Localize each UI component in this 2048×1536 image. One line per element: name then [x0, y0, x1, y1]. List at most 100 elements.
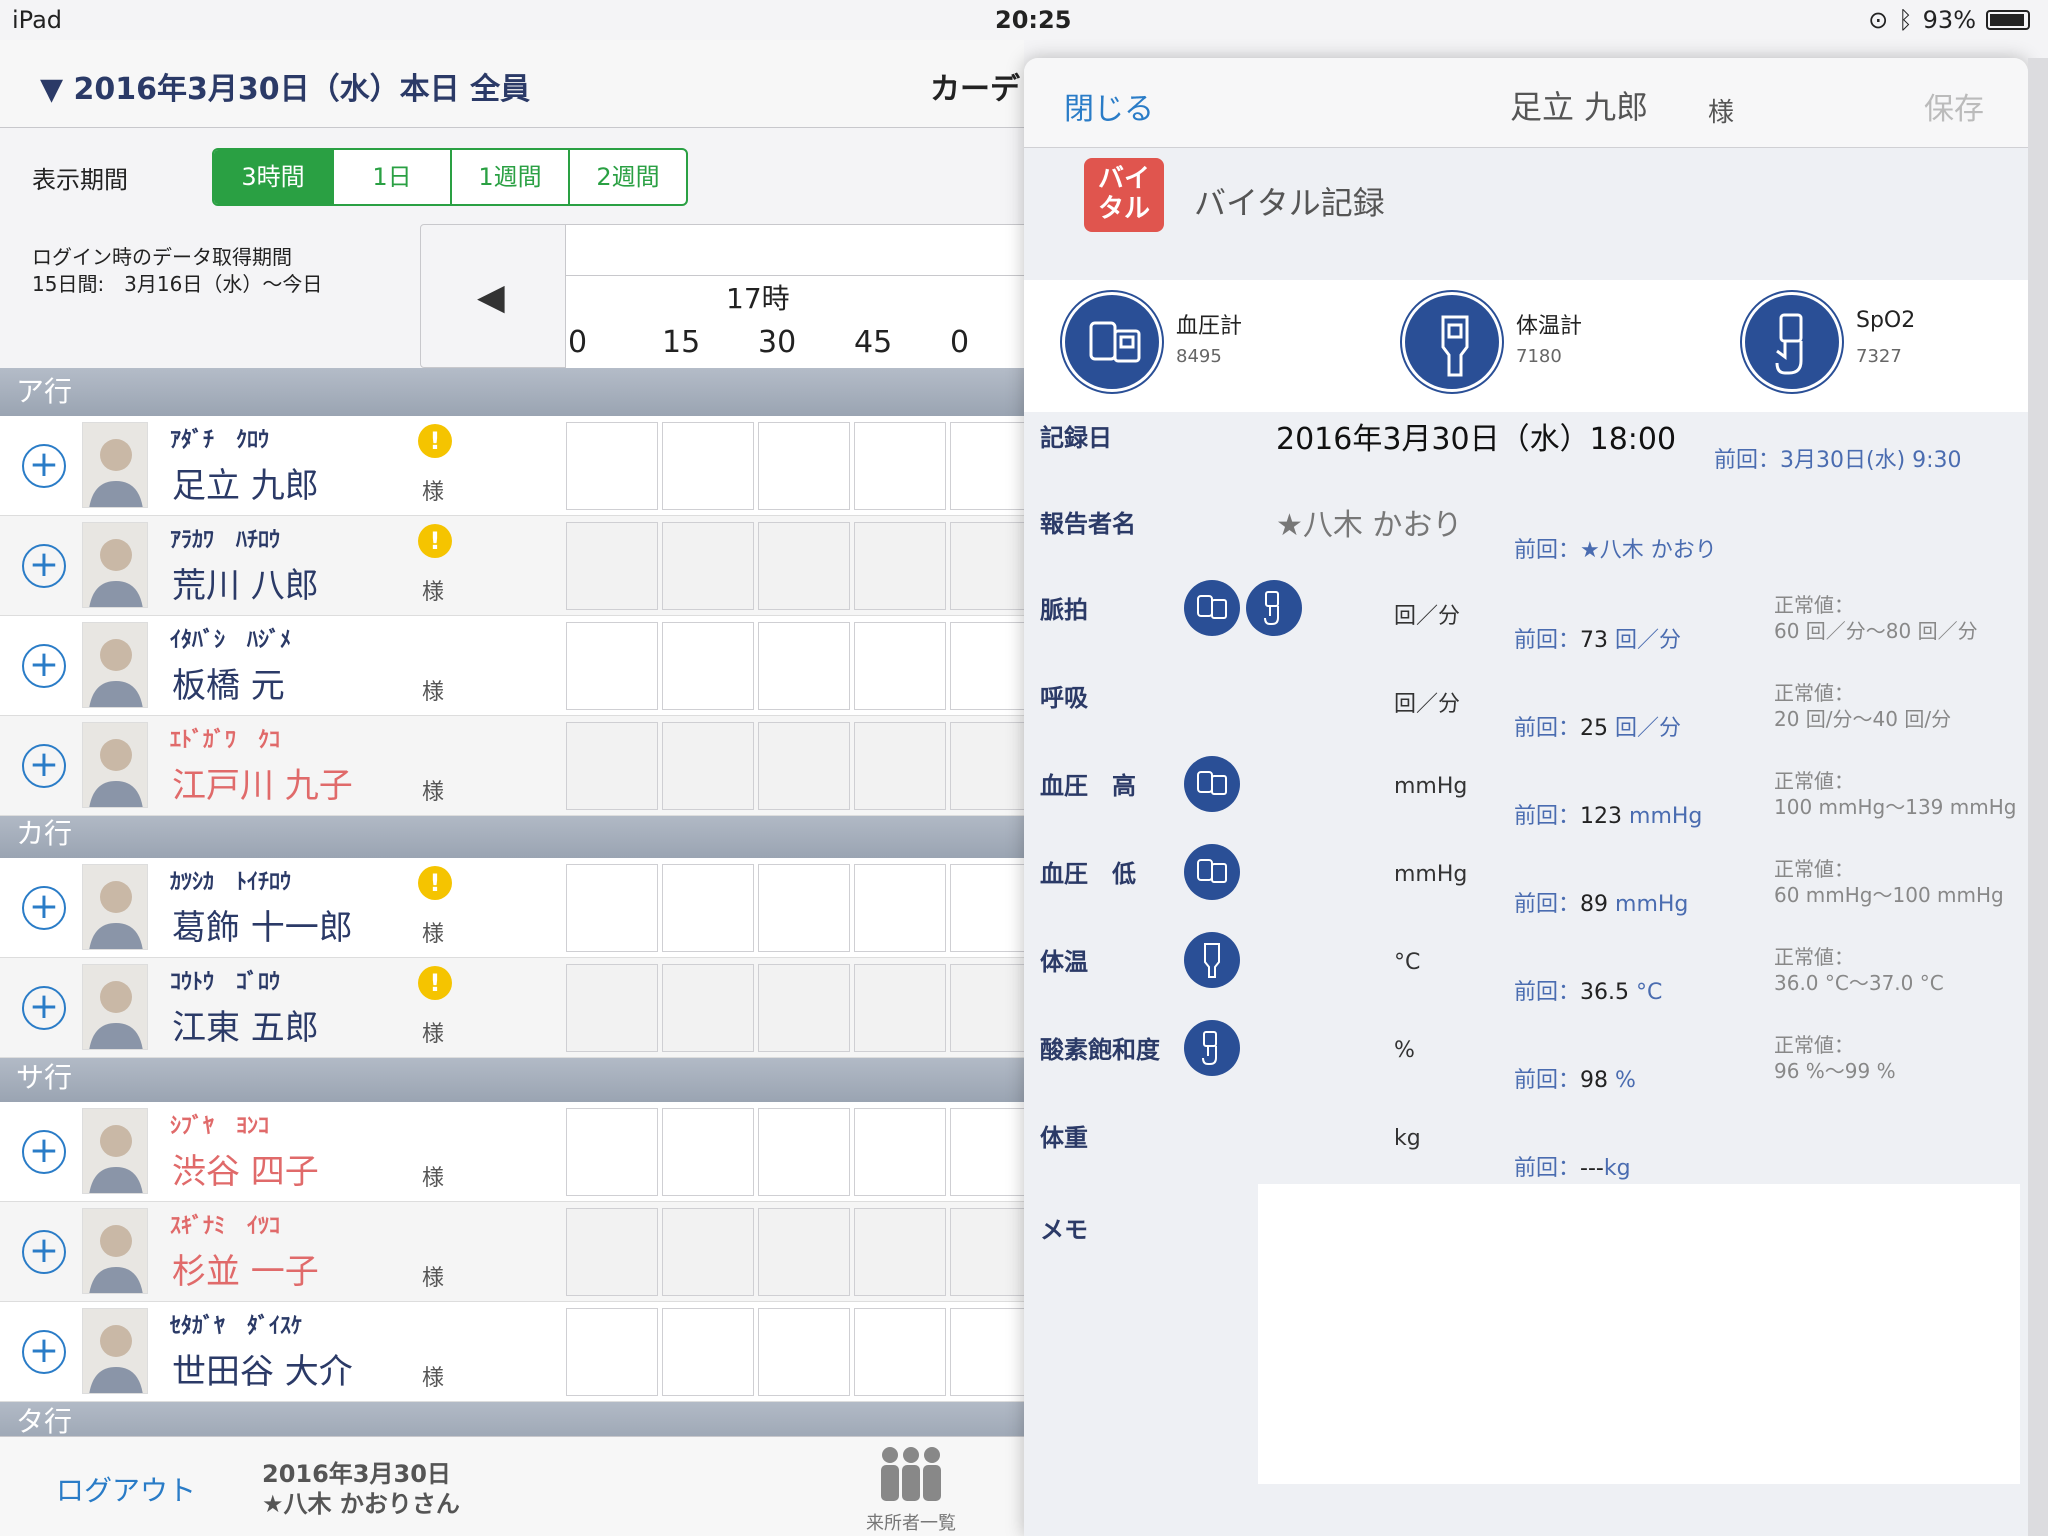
schedule-cell[interactable] [758, 1108, 850, 1196]
pulse-oximeter-icon[interactable] [1246, 580, 1302, 636]
schedule-cell[interactable] [662, 722, 754, 810]
resident-row[interactable]: + ｺｳﾄｳ ｺﾞﾛｳ 江東 五郎! 様 [0, 958, 1042, 1058]
device-thermometer[interactable]: 体温計 7180 [1402, 286, 1742, 406]
device-blood-pressure[interactable]: 血圧計 8495 [1062, 286, 1402, 406]
login-info-line2: 15日間: 3月16日（水）～今日 [32, 272, 323, 296]
schedule-cell[interactable] [566, 722, 658, 810]
visitors-tab-icon[interactable] [876, 1445, 946, 1505]
schedule-cell[interactable] [758, 1308, 850, 1396]
vital-unit: °C [1394, 950, 1421, 975]
add-record-button[interactable]: + [22, 544, 66, 588]
blood-pressure-icon[interactable] [1184, 844, 1240, 900]
add-record-button[interactable]: + [22, 986, 66, 1030]
resident-kana: ｱﾀﾞﾁ ｸﾛｳ [170, 428, 270, 453]
schedule-cell[interactable] [854, 1108, 946, 1196]
vital-normal-label: 正常値： [1774, 593, 1854, 617]
schedule-cell[interactable] [758, 964, 850, 1052]
schedule-cell[interactable] [662, 1308, 754, 1396]
vital-unit: mmHg [1394, 862, 1468, 887]
resident-row[interactable]: + ｱﾗｶﾜ ﾊﾁﾛｳ 荒川 八郎! 様 [0, 516, 1042, 616]
schedule-cell[interactable] [566, 1208, 658, 1296]
prev-time-arrow-icon[interactable]: ◀ [477, 277, 505, 318]
period-1d[interactable]: 1日 [332, 150, 450, 204]
resident-row[interactable]: + ｽｷﾞﾅﾐ ｲﾂｺ 杉並 一子 様 [0, 1202, 1042, 1302]
schedule-cell[interactable] [854, 522, 946, 610]
close-button[interactable]: 閉じる [1064, 84, 1154, 128]
logout-button[interactable]: ログアウト [56, 1469, 196, 1509]
device-bar: 血圧計 8495 体温計 7180 SpO2 7327 [1024, 280, 2028, 412]
schedule-cell[interactable] [662, 422, 754, 510]
schedule-cell[interactable] [854, 422, 946, 510]
schedule-cell[interactable] [662, 622, 754, 710]
vital-normal-range: 正常値： 20 回/分～40 回/分 [1774, 680, 1951, 732]
memo-textarea[interactable] [1258, 1184, 2020, 1484]
schedule-cell[interactable] [854, 864, 946, 952]
avatar [82, 522, 148, 608]
resident-row[interactable]: + ｲﾀﾊﾞｼ ﾊｼﾞﾒ 板橋 元 様 [0, 616, 1042, 716]
vital-normal-range: 正常値： 60 回／分～80 回／分 [1774, 592, 1978, 644]
blood-pressure-icon[interactable] [1184, 756, 1240, 812]
schedule-cell[interactable] [854, 722, 946, 810]
user-info-name: ★八木 かおりさん [262, 1490, 460, 1518]
schedule-cell[interactable] [758, 622, 850, 710]
schedule-cell[interactable] [566, 422, 658, 510]
warning-icon: ! [418, 524, 452, 558]
vital-normal-range: 正常値： 100 mmHg～139 mmHg [1774, 768, 2016, 820]
schedule-cell[interactable] [854, 1208, 946, 1296]
add-record-button[interactable]: + [22, 1330, 66, 1374]
schedule-cell[interactable] [662, 1208, 754, 1296]
add-record-button[interactable]: + [22, 886, 66, 930]
period-2w[interactable]: 2週間 [568, 150, 686, 204]
schedule-cell[interactable] [566, 1308, 658, 1396]
vital-normal-value: 20 回/分～40 回/分 [1774, 707, 1952, 731]
pulse-oximeter-icon[interactable] [1184, 1020, 1240, 1076]
schedule-cell[interactable] [854, 1308, 946, 1396]
schedule-cells [566, 722, 1042, 810]
add-record-button[interactable]: + [22, 444, 66, 488]
schedule-cell[interactable] [662, 522, 754, 610]
schedule-cell[interactable] [662, 864, 754, 952]
resident-row[interactable]: + ｶﾂｼｶ ﾄｲﾁﾛｳ 葛飾 十一郎! 様 [0, 858, 1042, 958]
date-filter-dropdown[interactable]: ▼ 2016年3月30日（水）本日 全員 [40, 64, 530, 108]
visitors-tab-label[interactable]: 来所者一覧 [866, 1509, 956, 1535]
record-date-value[interactable]: 2016年3月30日（水）18:00 [1276, 414, 1676, 458]
resident-row[interactable]: + ｾﾀｶﾞﾔ ﾀﾞｲｽｹ 世田谷 大介 様 [0, 1302, 1042, 1402]
resident-row[interactable]: + ｼﾌﾞﾔ ﾖﾝｺ 渋谷 四子 様 [0, 1102, 1042, 1202]
schedule-cell[interactable] [758, 522, 850, 610]
schedule-cell[interactable] [854, 964, 946, 1052]
schedule-cell[interactable] [758, 1208, 850, 1296]
vital-prev-value: 25 [1580, 716, 1609, 741]
vital-prev-value: 89 [1580, 892, 1609, 917]
vital-prev-unit: mmHg [1622, 804, 1703, 829]
schedule-cell[interactable] [758, 864, 850, 952]
schedule-cell[interactable] [758, 422, 850, 510]
vital-label: 呼吸 [1040, 684, 1088, 712]
add-record-button[interactable]: + [22, 1130, 66, 1174]
schedule-cell[interactable] [854, 622, 946, 710]
save-button[interactable]: 保存 [1924, 84, 1984, 128]
resident-row[interactable]: + ｴﾄﾞｶﾞﾜ ｸｺ 江戸川 九子 様 [0, 716, 1042, 816]
blood-pressure-icon[interactable] [1184, 580, 1240, 636]
schedule-cell[interactable] [566, 522, 658, 610]
resident-kana: ｼﾌﾞﾔ ﾖﾝｺ [170, 1114, 270, 1139]
device-spo2[interactable]: SpO2 7327 [1742, 286, 2028, 406]
schedule-cell[interactable] [566, 864, 658, 952]
period-3h[interactable]: 3時間 [214, 150, 332, 204]
thermometer-icon[interactable] [1184, 932, 1240, 988]
vital-prev-value: 98 [1580, 1068, 1609, 1093]
schedule-cell[interactable] [662, 1108, 754, 1196]
reporter-field[interactable]: ★八木 かおり [1276, 500, 1462, 544]
resident-name: 江東 五郎 [172, 1008, 319, 1048]
add-record-button[interactable]: + [22, 644, 66, 688]
resident-row[interactable]: + ｱﾀﾞﾁ ｸﾛｳ 足立 九郎! 様 [0, 416, 1042, 516]
add-record-button[interactable]: + [22, 744, 66, 788]
period-1w[interactable]: 1週間 [450, 150, 568, 204]
add-record-button[interactable]: + [22, 1230, 66, 1274]
schedule-cell[interactable] [566, 1108, 658, 1196]
schedule-cells [566, 1108, 1042, 1196]
schedule-cell[interactable] [566, 622, 658, 710]
schedule-cell[interactable] [758, 722, 850, 810]
vital-prev: 前回：89 mmHg [1514, 886, 1688, 918]
schedule-cell[interactable] [566, 964, 658, 1052]
schedule-cell[interactable] [662, 964, 754, 1052]
